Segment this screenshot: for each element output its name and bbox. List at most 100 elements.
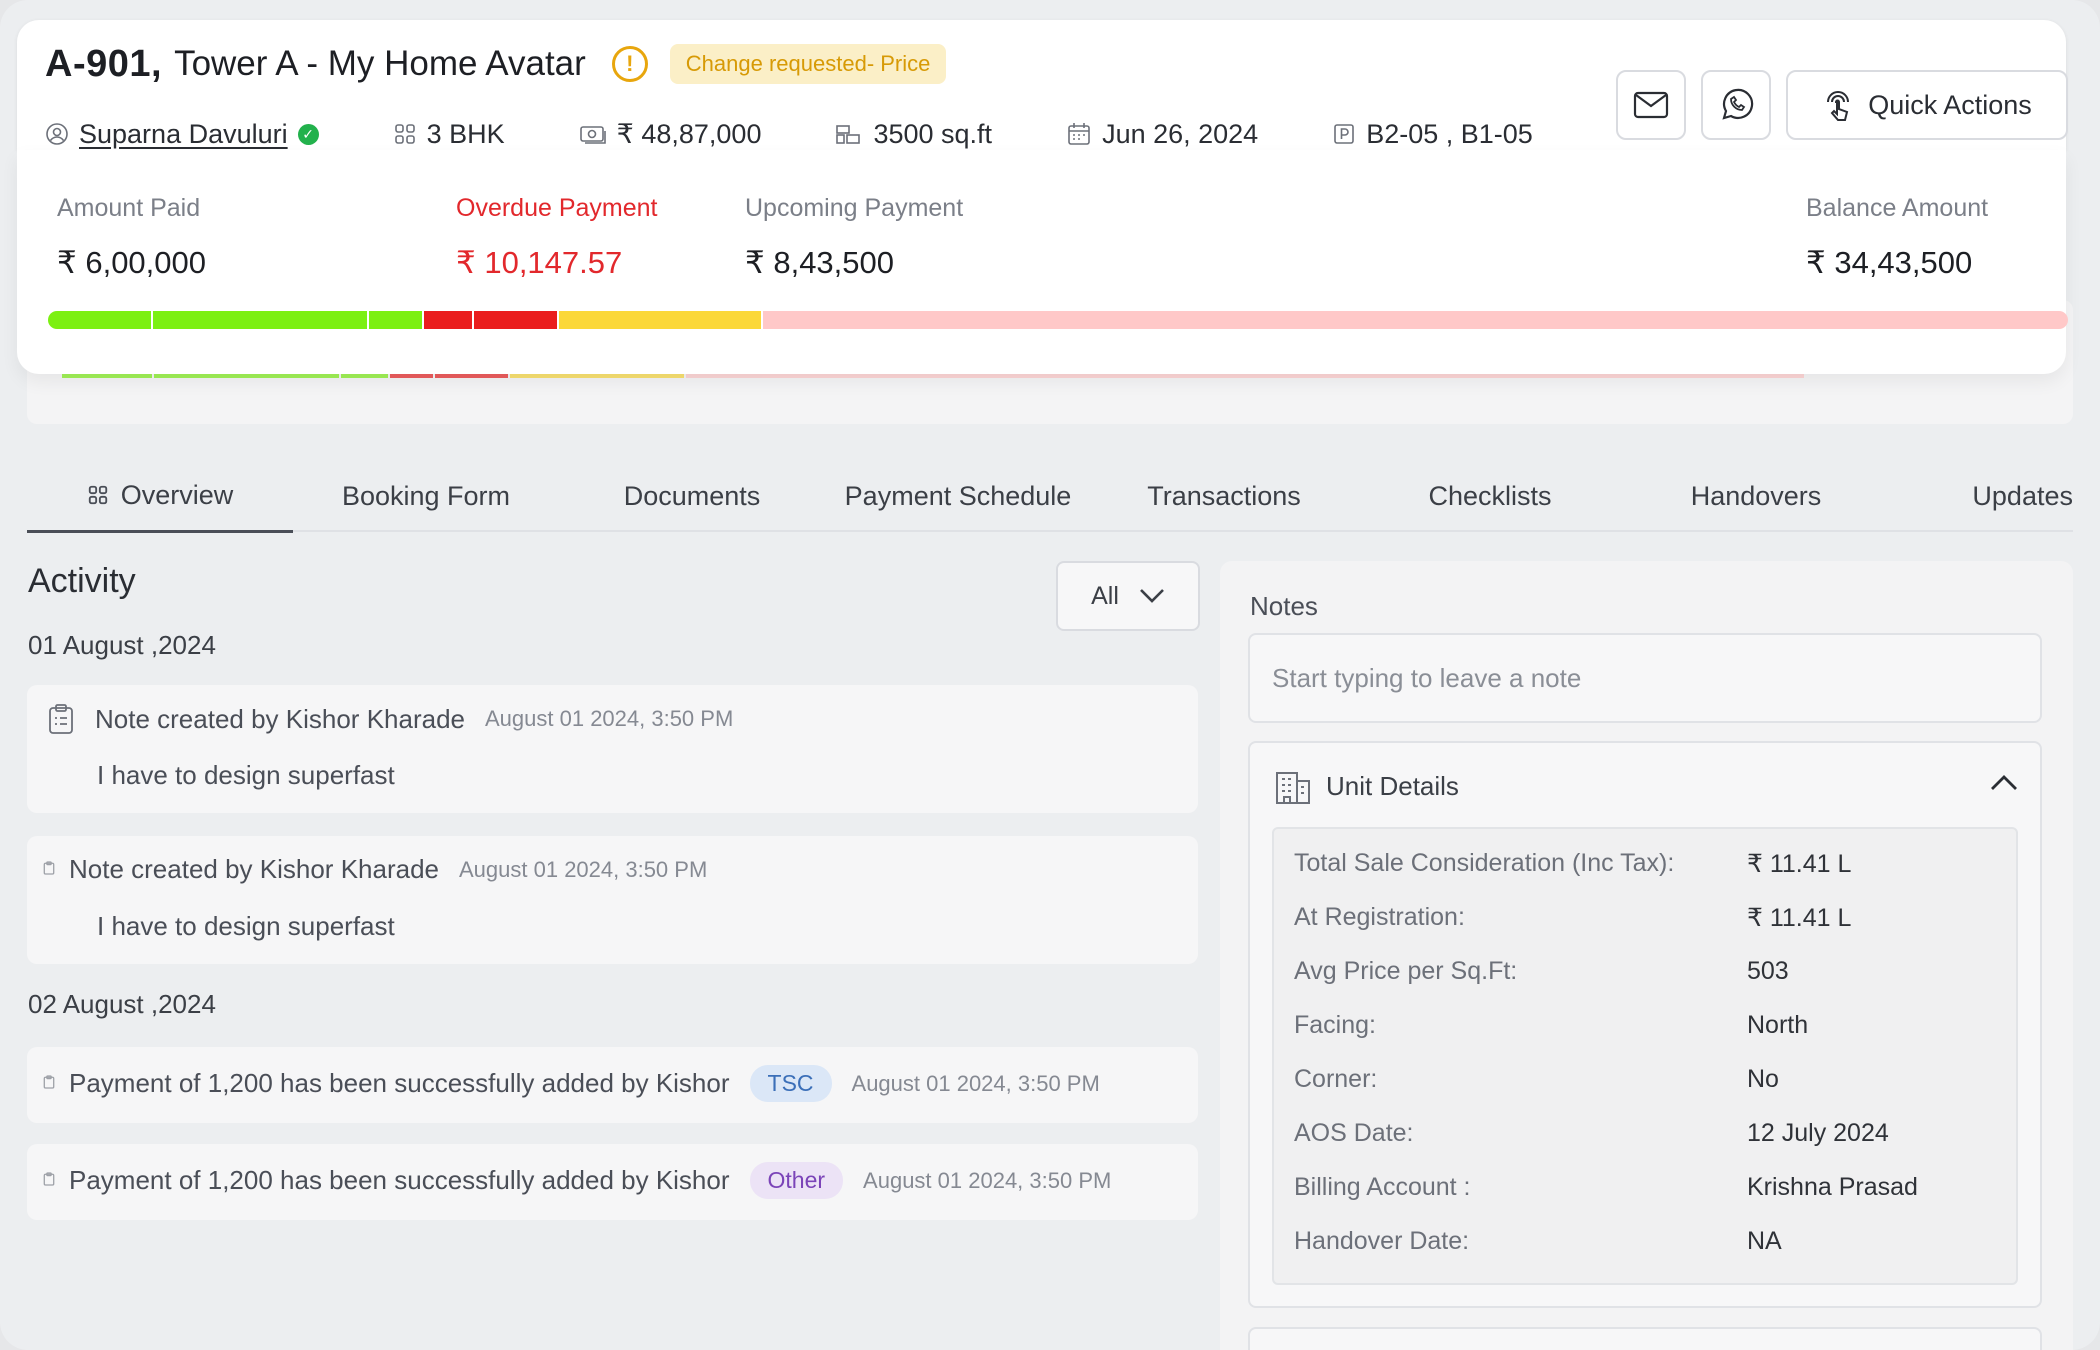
upcoming-block: Upcoming Payment ₹ 8,43,500 (745, 194, 963, 281)
detail-row: Avg Price per Sq.Ft: 503 (1294, 957, 1789, 986)
app-frame: A-901, Tower A - My Home Avatar ! Change… (0, 0, 2100, 1350)
detail-value: No (1747, 1065, 1779, 1093)
tab-booking-form[interactable]: Booking Form (293, 460, 559, 532)
activity-item-header: Note created by Kishor Kharade August 01… (47, 703, 733, 735)
progress-segment-paid (153, 311, 370, 329)
grid-icon (393, 122, 417, 146)
activity-item-time: August 01 2024, 3:50 PM (485, 706, 734, 731)
filter-value: All (1091, 581, 1119, 610)
clipboard-icon (49, 704, 73, 734)
detail-value: 12 July 2024 (1747, 1119, 1889, 1147)
activity-item-title: Payment of 1,200 has been successfully a… (69, 1068, 730, 1098)
tab-label: Checklists (1428, 480, 1552, 511)
detail-key: Billing Account : (1294, 1173, 1471, 1201)
calendar-icon (1066, 121, 1092, 147)
tab-label: Handovers (1690, 480, 1822, 511)
activity-date-heading: 02 August ,2024 (28, 989, 216, 1019)
progress-segment-overdue (474, 311, 560, 329)
tab-updates[interactable]: Updates (1957, 460, 2073, 532)
unit-details-panel: Unit Details Total Sale Consideration (I… (1248, 741, 2042, 1308)
activity-item-time: August 01 2024, 3:50 PM (863, 1167, 1112, 1193)
detail-value: Krishna Prasad (1747, 1173, 1918, 1201)
notes-input-wrapper (1248, 633, 2042, 723)
clipboard-icon (43, 1172, 55, 1189)
detail-key: AOS Date: (1294, 1119, 1414, 1147)
activity-filter-select[interactable]: All (1056, 561, 1200, 631)
activity-item: Note created by Kishor Kharade August 01… (27, 685, 1198, 813)
unit-details-header[interactable]: Unit Details (1274, 767, 1459, 805)
detail-row: At Registration: ₹ 11.41 L (1294, 903, 1851, 933)
payment-summary-card: Amount Paid ₹ 6,00,000 Overdue Payment ₹… (17, 150, 2068, 374)
warning-icon[interactable]: ! (611, 46, 648, 82)
progress-segment-overdue (423, 311, 475, 329)
tab-handovers[interactable]: Handovers (1623, 460, 1889, 532)
tab-label: Booking Form (341, 480, 511, 511)
whatsapp-button[interactable] (1701, 70, 1771, 140)
progress-segment-paid (62, 374, 152, 378)
detail-value: North (1747, 1011, 1809, 1039)
tab-label: Documents (623, 480, 761, 511)
progress-segment-upcoming (509, 374, 685, 378)
tab-payment-schedule[interactable]: Payment Schedule (825, 460, 1091, 532)
balance-value: ₹ 34,43,500 (1806, 245, 1973, 280)
clipboard-icon (43, 1075, 55, 1092)
tab-checklists[interactable]: Checklists (1357, 460, 1623, 532)
tab-bar: Overview Booking Form Documents Payment … (27, 460, 2073, 533)
building-icon (1276, 772, 1310, 804)
activity-date-heading: 01 August ,2024 (28, 630, 216, 660)
unit-name: Tower A - My Home Avatar (174, 44, 586, 83)
quick-actions-label: Quick Actions (1868, 89, 2032, 120)
tab-overview[interactable]: Overview (27, 460, 293, 533)
area-value: 3500 sq.ft (873, 118, 993, 149)
progress-segment-overdue (435, 374, 508, 378)
activity-item: Payment of 1,200 has been successfully a… (27, 1144, 1198, 1220)
progress-segment-balance (686, 374, 1804, 378)
progress-segment-paid (369, 311, 424, 329)
detail-value: NA (1747, 1227, 1782, 1255)
config-value: 3 BHK (426, 118, 505, 149)
notes-input[interactable] (1272, 662, 2018, 694)
owner-link[interactable]: Suparna Davuluri (79, 119, 288, 150)
activity-item: Note created by Kishor Kharade August 01… (27, 836, 1198, 964)
email-button[interactable] (1616, 70, 1686, 140)
detail-row: Total Sale Consideration (Inc Tax): ₹ 11.… (1294, 849, 1851, 879)
right-panel: Notes Unit Details Total Sale Considerat… (1220, 561, 2073, 1350)
background-progress-bar (62, 374, 1804, 378)
unit-meta-row: Suparna Davuluri ✓ 3 BHK ₹ 48,87,000 350… (45, 116, 1533, 152)
parking-icon (1332, 122, 1356, 146)
unit-code: A-901, (45, 42, 163, 85)
price-value: ₹ 48,87,000 (616, 118, 762, 149)
upcoming-label: Upcoming Payment (745, 194, 964, 222)
unit-title-row: A-901, Tower A - My Home Avatar ! Change… (45, 40, 947, 88)
upcoming-value: ₹ 8,43,500 (745, 245, 895, 280)
amount-paid-label: Amount Paid (57, 194, 201, 222)
unit-header: A-901, Tower A - My Home Avatar ! Change… (17, 20, 2068, 152)
chevron-down-icon (1139, 589, 1164, 603)
detail-value: ₹ 11.41 L (1747, 850, 1852, 878)
tab-label: Payment Schedule (844, 480, 1072, 511)
activity-title: Activity (28, 562, 136, 600)
owner-item: Suparna Davuluri ✓ (45, 119, 319, 150)
activity-item-header: Payment of 1,200 has been successfully a… (43, 1065, 1100, 1102)
progress-segment-upcoming (559, 311, 764, 329)
tab-label: Overview (120, 479, 234, 510)
amount-paid-value: ₹ 6,00,000 (57, 245, 207, 280)
balance-label: Balance Amount (1806, 194, 1989, 222)
touch-icon (1827, 91, 1850, 121)
chevron-up-icon[interactable] (1990, 773, 2018, 791)
tab-transactions[interactable]: Transactions (1091, 460, 1357, 532)
activity-item: Payment of 1,200 has been successfully a… (27, 1047, 1198, 1123)
progress-segment-paid (48, 311, 154, 329)
next-section-panel (1248, 1327, 2042, 1350)
date-value: Jun 26, 2024 (1102, 118, 1259, 149)
amount-paid-block: Amount Paid ₹ 6,00,000 (57, 194, 206, 281)
unit-details-table: Total Sale Consideration (Inc Tax): ₹ 11.… (1272, 827, 2018, 1285)
activity-item-title: Note created by Kishor Kharade (69, 854, 439, 884)
progress-segment-paid (341, 374, 388, 378)
quick-actions-button[interactable]: Quick Actions (1786, 70, 2068, 140)
balance-block: Balance Amount ₹ 34,43,500 (1806, 194, 1988, 281)
tab-documents[interactable]: Documents (559, 460, 825, 532)
config-item: 3 BHK (393, 119, 505, 150)
notes-label: Notes (1250, 591, 1318, 621)
unit-details-title: Unit Details (1326, 770, 1459, 801)
